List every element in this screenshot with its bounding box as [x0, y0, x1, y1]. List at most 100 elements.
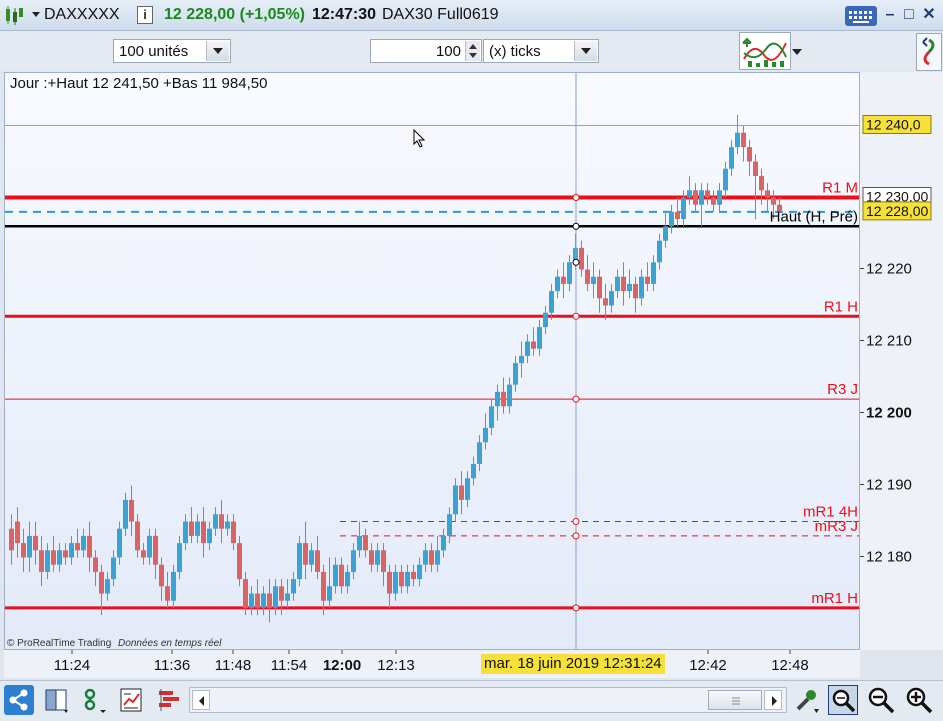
zoom-tool-button[interactable]	[828, 685, 858, 715]
candle	[597, 269, 602, 313]
candle	[669, 204, 674, 234]
chevron-down-icon[interactable]	[574, 41, 597, 61]
candle	[735, 114, 740, 155]
candle	[543, 305, 548, 335]
chart-area[interactable]: R1 M Haut (H, Pré) R1 H R3 JmR1 4H mR3 JmR1 …	[4, 72, 860, 650]
candle	[753, 154, 758, 220]
candle	[693, 183, 698, 212]
crosshair-level-dot	[572, 312, 580, 320]
zoom-out-button[interactable]	[866, 685, 896, 715]
maximize-icon[interactable]: □	[899, 5, 919, 25]
ticks-input[interactable]: 100	[370, 39, 482, 63]
candle	[639, 269, 644, 306]
close-icon[interactable]: ✕	[919, 5, 939, 25]
candle	[291, 571, 296, 601]
candlestick-chart[interactable]: R1 MHaut (H, Pré)R1 HR3 JmR1 4HmR3 JmR1 …	[5, 73, 860, 650]
candle	[87, 521, 92, 572]
drawing-tools-button[interactable]	[80, 685, 110, 715]
clock-time: 12:47:30	[312, 6, 377, 23]
candle	[501, 377, 506, 414]
candle	[357, 521, 362, 558]
candle	[495, 384, 500, 421]
candle	[483, 413, 488, 450]
time-axis-scale: 11:24 11:36 11:48 11:54 12:00 12:13 12:42 12:48	[54, 650, 809, 674]
candle	[723, 161, 728, 198]
units-select[interactable]: 100 unités	[113, 39, 231, 63]
symbol-dropdown-icon[interactable]	[32, 12, 40, 17]
ticks-select[interactable]: (x) ticks	[483, 39, 599, 63]
level-label: Haut (H, Pré)	[770, 208, 858, 225]
time-tick-label: 12:48	[771, 657, 809, 674]
time-tick-label: 12:13	[377, 657, 415, 674]
stepper-icon[interactable]	[465, 41, 480, 61]
price-axis[interactable]: 12 220 12 210 12 200 12 190 12 180 12 240,0 12…	[860, 72, 943, 650]
mouse-pointer-icon	[413, 129, 426, 148]
candle	[267, 579, 272, 623]
candle	[183, 514, 188, 551]
time-axis[interactable]: 11:24 11:36 11:48 11:54 12:00 12:13 12:42 12:48…	[4, 650, 860, 678]
candle	[657, 233, 662, 270]
indicators-button[interactable]	[739, 32, 791, 70]
candle	[69, 535, 74, 565]
candle	[549, 283, 554, 320]
minimize-icon[interactable]: –	[880, 5, 900, 25]
candle	[21, 528, 26, 572]
indicators-dropdown-icon[interactable]	[792, 49, 802, 55]
candle	[621, 262, 626, 306]
sync-icon	[922, 37, 935, 66]
crosshair-level-dot	[572, 395, 580, 403]
crosshair-level-dot	[572, 194, 580, 201]
level-label: mR3 J	[815, 518, 858, 535]
share-button[interactable]	[4, 685, 34, 715]
units-select-value: 100 unités	[119, 43, 189, 60]
candle	[705, 183, 710, 205]
candle	[75, 528, 80, 558]
candle	[189, 507, 194, 544]
sync-button[interactable]	[916, 33, 942, 71]
candle	[603, 283, 608, 320]
candle	[561, 262, 566, 299]
chart-list-button[interactable]	[117, 685, 147, 715]
candle	[651, 255, 656, 292]
candle	[393, 564, 398, 601]
candle	[579, 240, 584, 277]
price-tick-label: 12 180	[866, 549, 912, 566]
candlestick-app-icon	[6, 6, 23, 25]
candle	[615, 269, 620, 299]
candle	[279, 579, 284, 616]
candle	[147, 528, 152, 565]
candle	[261, 586, 266, 616]
scrollbar-thumb[interactable]	[708, 690, 762, 710]
high-price-tag-text: 12 240,0	[866, 117, 921, 133]
candle	[627, 269, 632, 299]
layout-button[interactable]	[42, 685, 72, 715]
copyright-note: © ProRealTime Trading Données en temps r…	[7, 638, 221, 649]
candle	[423, 543, 428, 572]
price-tick-label: 12 220	[866, 261, 912, 278]
candle	[525, 334, 530, 364]
candle	[297, 535, 302, 587]
crosshair-price-dot	[572, 258, 580, 266]
candle	[273, 579, 278, 616]
info-icon[interactable]: i	[137, 6, 153, 24]
symbol-name[interactable]: DAXXXXX	[44, 6, 120, 24]
horizontal-scrollbar[interactable]	[189, 687, 787, 713]
candle	[687, 175, 692, 205]
scroll-left-button[interactable]	[192, 690, 210, 710]
candle	[303, 521, 308, 580]
histogram-button[interactable]	[155, 685, 185, 715]
scroll-right-button[interactable]	[764, 690, 782, 710]
candle	[411, 564, 416, 587]
chevron-down-icon[interactable]	[206, 41, 229, 61]
candle	[447, 507, 452, 544]
candle	[381, 543, 386, 587]
candle	[711, 190, 716, 212]
crosshair-level-dot	[572, 222, 580, 230]
candle	[717, 183, 722, 212]
wrench-icon	[796, 690, 819, 713]
auto-scale-button[interactable]	[792, 685, 822, 715]
keyboard-icon[interactable]	[845, 6, 877, 26]
zoom-in-button[interactable]	[904, 685, 934, 715]
candle	[111, 550, 116, 587]
candle	[237, 535, 242, 587]
